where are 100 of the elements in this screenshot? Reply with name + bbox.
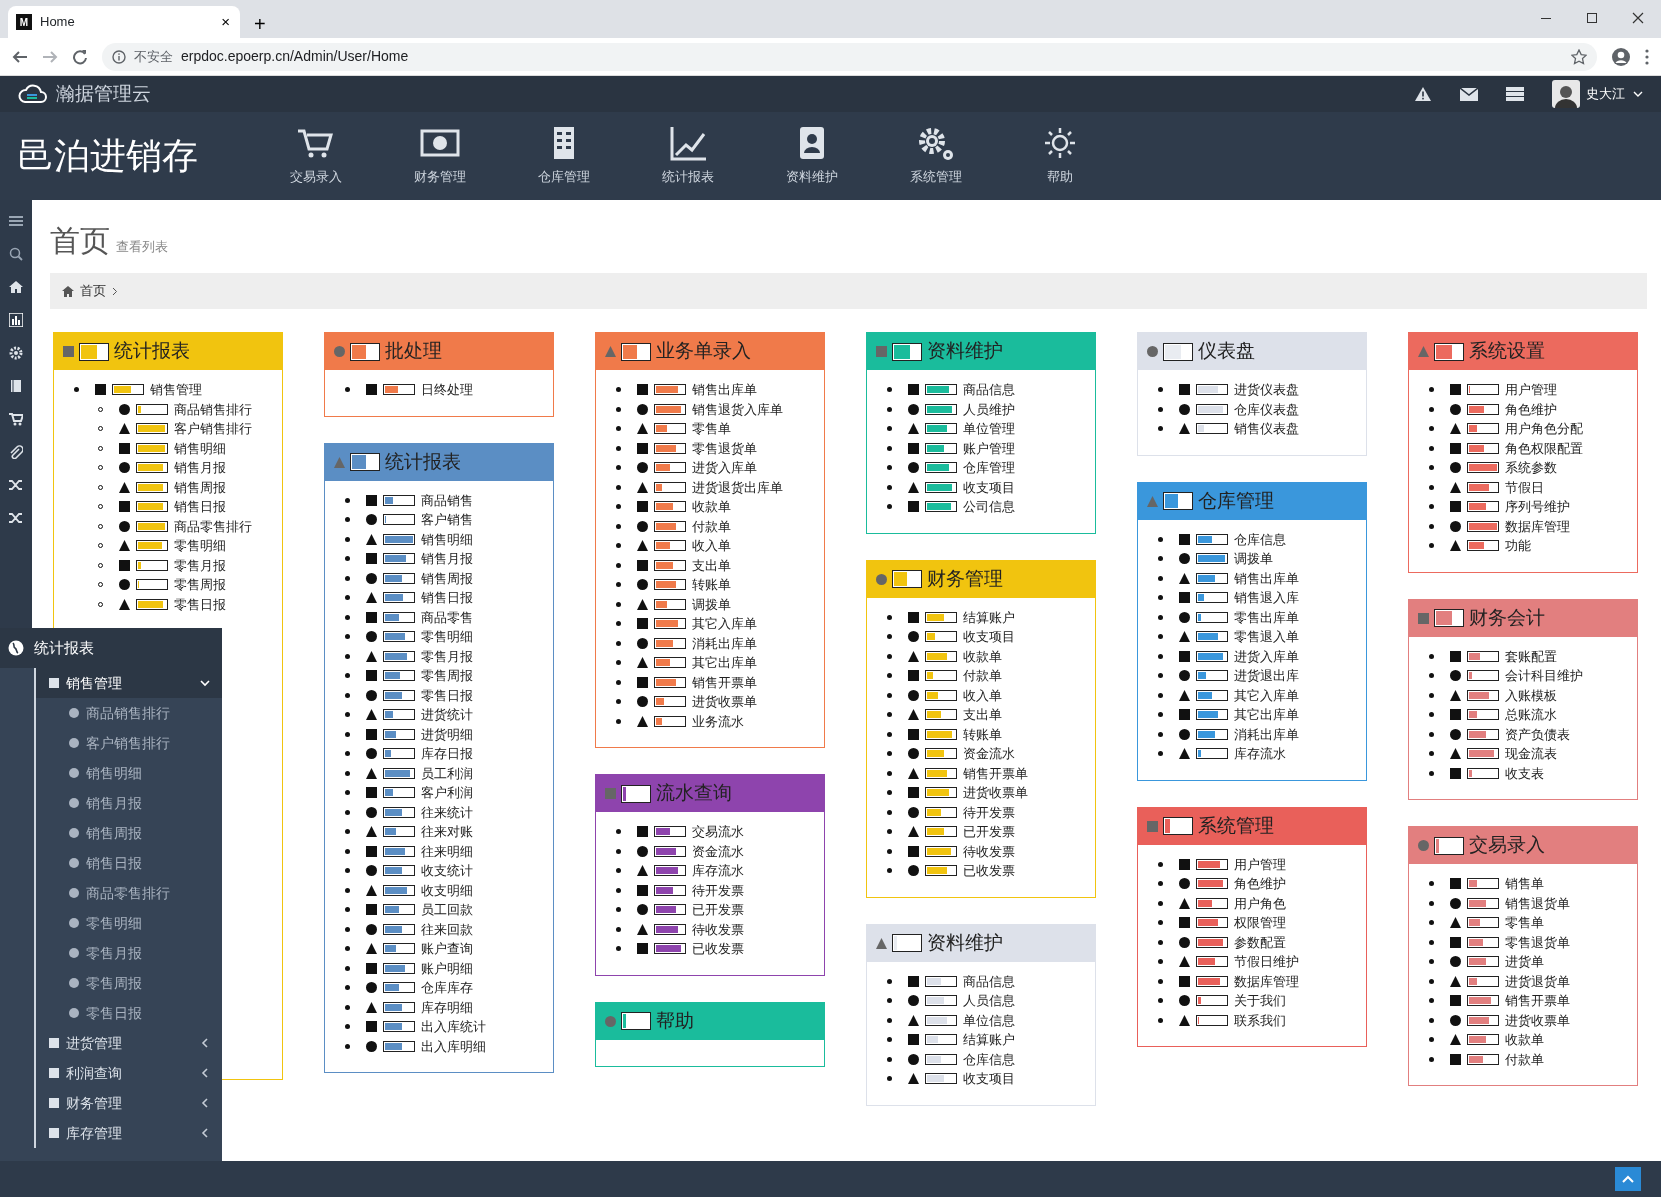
module-button[interactable]: 交易录入 bbox=[254, 125, 378, 187]
server-icon[interactable] bbox=[1506, 87, 1524, 101]
menu-link[interactable]: 销售退货单 bbox=[1505, 893, 1570, 913]
menu-link[interactable]: 付款单 bbox=[963, 666, 1002, 686]
menu-link[interactable]: 付款单 bbox=[1505, 1049, 1544, 1069]
menu-link[interactable]: 用户角色 bbox=[1234, 893, 1286, 913]
menu-link[interactable]: 零售日报 bbox=[421, 685, 473, 705]
address-bar[interactable]: 不安全 erpdoc.epoerp.cn/Admin/User/Home bbox=[102, 42, 1597, 71]
menu-link[interactable]: 出入库统计 bbox=[421, 1017, 486, 1037]
menu-link[interactable]: 仓库仪表盘 bbox=[1234, 399, 1299, 419]
menu-item[interactable]: 零售日报 bbox=[36, 998, 222, 1028]
menu-link[interactable]: 销售明细 bbox=[421, 529, 473, 549]
menu-link[interactable]: 销售月报 bbox=[174, 458, 226, 478]
menu-link[interactable]: 销售日报 bbox=[174, 497, 226, 517]
menu-link[interactable]: 功能 bbox=[1505, 536, 1531, 556]
menu-link[interactable]: 系统参数 bbox=[1505, 458, 1557, 478]
menu-link[interactable]: 零售周报 bbox=[421, 666, 473, 686]
menu-link[interactable]: 账户查询 bbox=[421, 939, 473, 959]
menu-link[interactable]: 员工利润 bbox=[421, 763, 473, 783]
menu-link[interactable]: 账户明细 bbox=[421, 958, 473, 978]
menu-link[interactable]: 资金流水 bbox=[692, 841, 744, 861]
back-arrow-icon[interactable] bbox=[12, 48, 28, 65]
menu-link[interactable]: 人员信息 bbox=[963, 991, 1015, 1011]
menu-link[interactable]: 消耗出库单 bbox=[692, 633, 757, 653]
menu-link[interactable]: 已收发票 bbox=[963, 861, 1015, 881]
menu-link[interactable]: 销售周报 bbox=[421, 568, 473, 588]
menu-link[interactable]: 账户管理 bbox=[963, 438, 1015, 458]
menu-item[interactable]: 商品零售排行 bbox=[36, 878, 222, 908]
menu-link[interactable]: 参数配置 bbox=[1234, 932, 1286, 952]
more-icon[interactable] bbox=[1645, 48, 1649, 65]
menu-link[interactable]: 销售开票单 bbox=[692, 672, 757, 692]
menu-item[interactable]: 销售明细 bbox=[36, 758, 222, 788]
menu-link[interactable]: 收款单 bbox=[1505, 1030, 1544, 1050]
menu-link[interactable]: 进货入库单 bbox=[1234, 646, 1299, 666]
menu-item[interactable]: 客户销售排行 bbox=[36, 728, 222, 758]
menu-link[interactable]: 进货收票单 bbox=[963, 783, 1028, 803]
menu-link[interactable]: 数据库管理 bbox=[1505, 516, 1570, 536]
menu-link[interactable]: 收支表 bbox=[1505, 763, 1544, 783]
menu-link[interactable]: 商品信息 bbox=[963, 971, 1015, 991]
menu-link[interactable]: 其它入库单 bbox=[1234, 685, 1299, 705]
menu-link[interactable]: 商品零售排行 bbox=[174, 516, 252, 536]
star-icon[interactable] bbox=[1571, 48, 1587, 65]
menu-link[interactable]: 日终处理 bbox=[421, 380, 473, 400]
menu-link[interactable]: 用户管理 bbox=[1234, 854, 1286, 874]
menu-link[interactable]: 零售明细 bbox=[421, 627, 473, 647]
shuffle-icon[interactable] bbox=[9, 511, 23, 525]
module-button[interactable]: 系统管理 bbox=[874, 125, 998, 187]
menu-link[interactable]: 收入单 bbox=[692, 536, 731, 556]
gear-icon[interactable] bbox=[9, 346, 23, 360]
maximize-icon[interactable] bbox=[1586, 12, 1598, 24]
bar-chart-icon[interactable] bbox=[9, 313, 23, 327]
menu-link[interactable]: 零售明细 bbox=[174, 536, 226, 556]
menu-link[interactable]: 零售退入单 bbox=[1234, 627, 1299, 647]
menu-link[interactable]: 往来对账 bbox=[421, 822, 473, 842]
menu-link[interactable]: 商品零售 bbox=[421, 607, 473, 627]
menu-link[interactable]: 入账模板 bbox=[1505, 685, 1557, 705]
menu-link[interactable]: 用户角色分配 bbox=[1505, 419, 1583, 439]
menu-group[interactable]: 库存管理 bbox=[36, 1118, 222, 1148]
menu-link[interactable]: 进货统计 bbox=[421, 705, 473, 725]
menu-link[interactable]: 已开发票 bbox=[692, 900, 744, 920]
menu-link[interactable]: 销售退货入库单 bbox=[692, 399, 783, 419]
menu-item[interactable]: 销售日报 bbox=[36, 848, 222, 878]
menu-link[interactable]: 套账配置 bbox=[1505, 646, 1557, 666]
menu-link[interactable]: 收支项目 bbox=[963, 477, 1015, 497]
menu-link[interactable]: 待收发票 bbox=[692, 919, 744, 939]
menu-item[interactable]: 零售周报 bbox=[36, 968, 222, 998]
menu-link[interactable]: 库存明细 bbox=[421, 997, 473, 1017]
book-icon[interactable] bbox=[9, 379, 23, 393]
menu-link[interactable]: 零售退货单 bbox=[1505, 932, 1570, 952]
menu-link[interactable]: 往来回款 bbox=[421, 919, 473, 939]
menu-link[interactable]: 序列号维护 bbox=[1505, 497, 1570, 517]
menu-link[interactable]: 消耗出库单 bbox=[1234, 724, 1299, 744]
menu-link[interactable]: 节假日 bbox=[1505, 477, 1544, 497]
menu-item[interactable]: 商品销售排行 bbox=[36, 698, 222, 728]
menu-link[interactable]: 公司信息 bbox=[963, 497, 1015, 517]
menu-link[interactable]: 仓库信息 bbox=[1234, 529, 1286, 549]
menu-link[interactable]: 收支项目 bbox=[963, 627, 1015, 647]
menu-item[interactable]: 零售月报 bbox=[36, 938, 222, 968]
account-icon[interactable] bbox=[1611, 46, 1631, 67]
menu-link[interactable]: 结算账户 bbox=[963, 1030, 1015, 1050]
menu-link[interactable]: 收款单 bbox=[692, 497, 731, 517]
menu-link[interactable]: 销售仪表盘 bbox=[1234, 419, 1299, 439]
menu-link[interactable]: 收支明细 bbox=[421, 880, 473, 900]
menu-link[interactable]: 零售月报 bbox=[174, 555, 226, 575]
menu-link[interactable]: 总账流水 bbox=[1505, 705, 1557, 725]
module-button[interactable]: 仓库管理 bbox=[502, 125, 626, 187]
menu-link[interactable]: 销售退入库 bbox=[1234, 588, 1299, 608]
menu-link[interactable]: 销售开票单 bbox=[963, 763, 1028, 783]
shuffle-icon[interactable] bbox=[9, 478, 23, 492]
menu-link[interactable]: 仓库信息 bbox=[963, 1049, 1015, 1069]
envelope-icon[interactable] bbox=[1460, 87, 1478, 101]
menu-link[interactable]: 待收发票 bbox=[963, 841, 1015, 861]
menu-link[interactable]: 销售月报 bbox=[421, 549, 473, 569]
menu-link[interactable]: 角色权限配置 bbox=[1505, 438, 1583, 458]
new-tab-button[interactable]: + bbox=[248, 14, 272, 38]
reload-icon[interactable] bbox=[72, 48, 88, 65]
menu-link[interactable]: 销售单 bbox=[1505, 874, 1544, 894]
menu-link[interactable]: 关于我们 bbox=[1234, 991, 1286, 1011]
menu-link[interactable]: 客户销售 bbox=[421, 510, 473, 530]
menu-link[interactable]: 已开发票 bbox=[963, 822, 1015, 842]
